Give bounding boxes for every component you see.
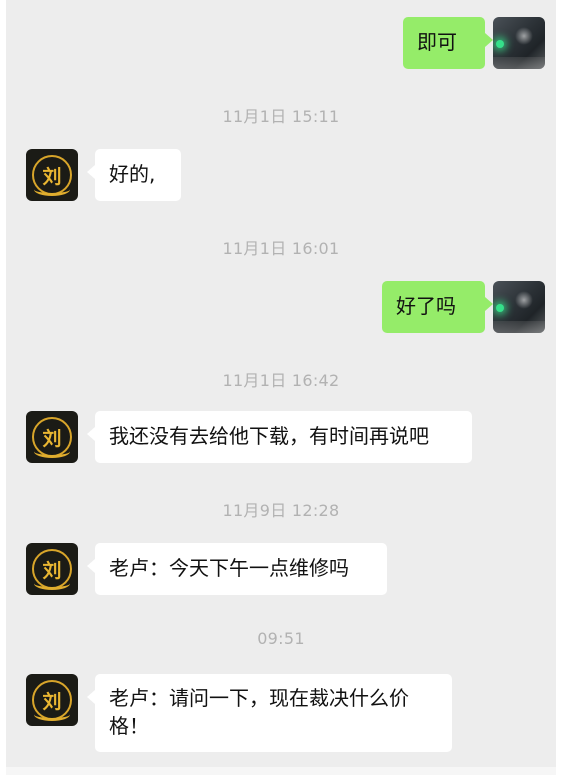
- message-bubble-outgoing[interactable]: 好了吗: [382, 281, 493, 333]
- message-text-line: 格！: [109, 714, 149, 738]
- contact-avatar[interactable]: 刘: [26, 674, 78, 726]
- timestamp: 09:51: [257, 629, 305, 648]
- message-text: 好的,: [109, 162, 156, 186]
- contact-avatar[interactable]: 刘: [26, 149, 78, 201]
- timestamp: 11月1日 16:42: [222, 371, 340, 390]
- photo-light-glow: [515, 291, 533, 309]
- photo-light-glow: [515, 27, 533, 45]
- message-bubble-outgoing[interactable]: 即可: [403, 17, 493, 69]
- contact-avatar[interactable]: 刘: [26, 543, 78, 595]
- input-bar-edge: [6, 767, 556, 775]
- message-text: 老卢：今天下午一点维修吗: [109, 556, 349, 580]
- photo-street: [493, 57, 545, 69]
- photo-green-light: [496, 40, 504, 48]
- logo-arc: [34, 577, 70, 590]
- timestamp: 11月1日 16:01: [222, 239, 340, 258]
- self-avatar[interactable]: [493, 281, 545, 333]
- photo-street: [493, 321, 545, 333]
- message-bubble-incoming[interactable]: 老卢：今天下午一点维修吗: [87, 543, 387, 595]
- chat-window: 即可 11月1日 15:11 刘 好的, 11月1日 16:01 好了吗 11月…: [6, 0, 556, 775]
- message-text: 我还没有去给他下载，有时间再说吧: [109, 424, 429, 448]
- self-avatar[interactable]: [493, 17, 545, 69]
- logo-arc: [34, 445, 70, 458]
- message-bubble-incoming[interactable]: 我还没有去给他下载，有时间再说吧: [87, 411, 472, 463]
- timestamp: 11月9日 12:28: [222, 501, 340, 520]
- message-text: 即可: [417, 30, 457, 54]
- logo-arc: [34, 708, 70, 721]
- timestamp: 11月1日 15:11: [222, 107, 340, 126]
- photo-green-light: [496, 304, 504, 312]
- logo-arc: [34, 183, 70, 196]
- message-text: 好了吗: [396, 294, 456, 318]
- message-bubble-incoming[interactable]: 老卢：请问一下，现在裁决什么价 格！: [87, 674, 452, 752]
- message-bubble-incoming[interactable]: 好的,: [87, 149, 181, 201]
- contact-avatar[interactable]: 刘: [26, 411, 78, 463]
- message-text-line: 老卢：请问一下，现在裁决什么价: [109, 686, 409, 710]
